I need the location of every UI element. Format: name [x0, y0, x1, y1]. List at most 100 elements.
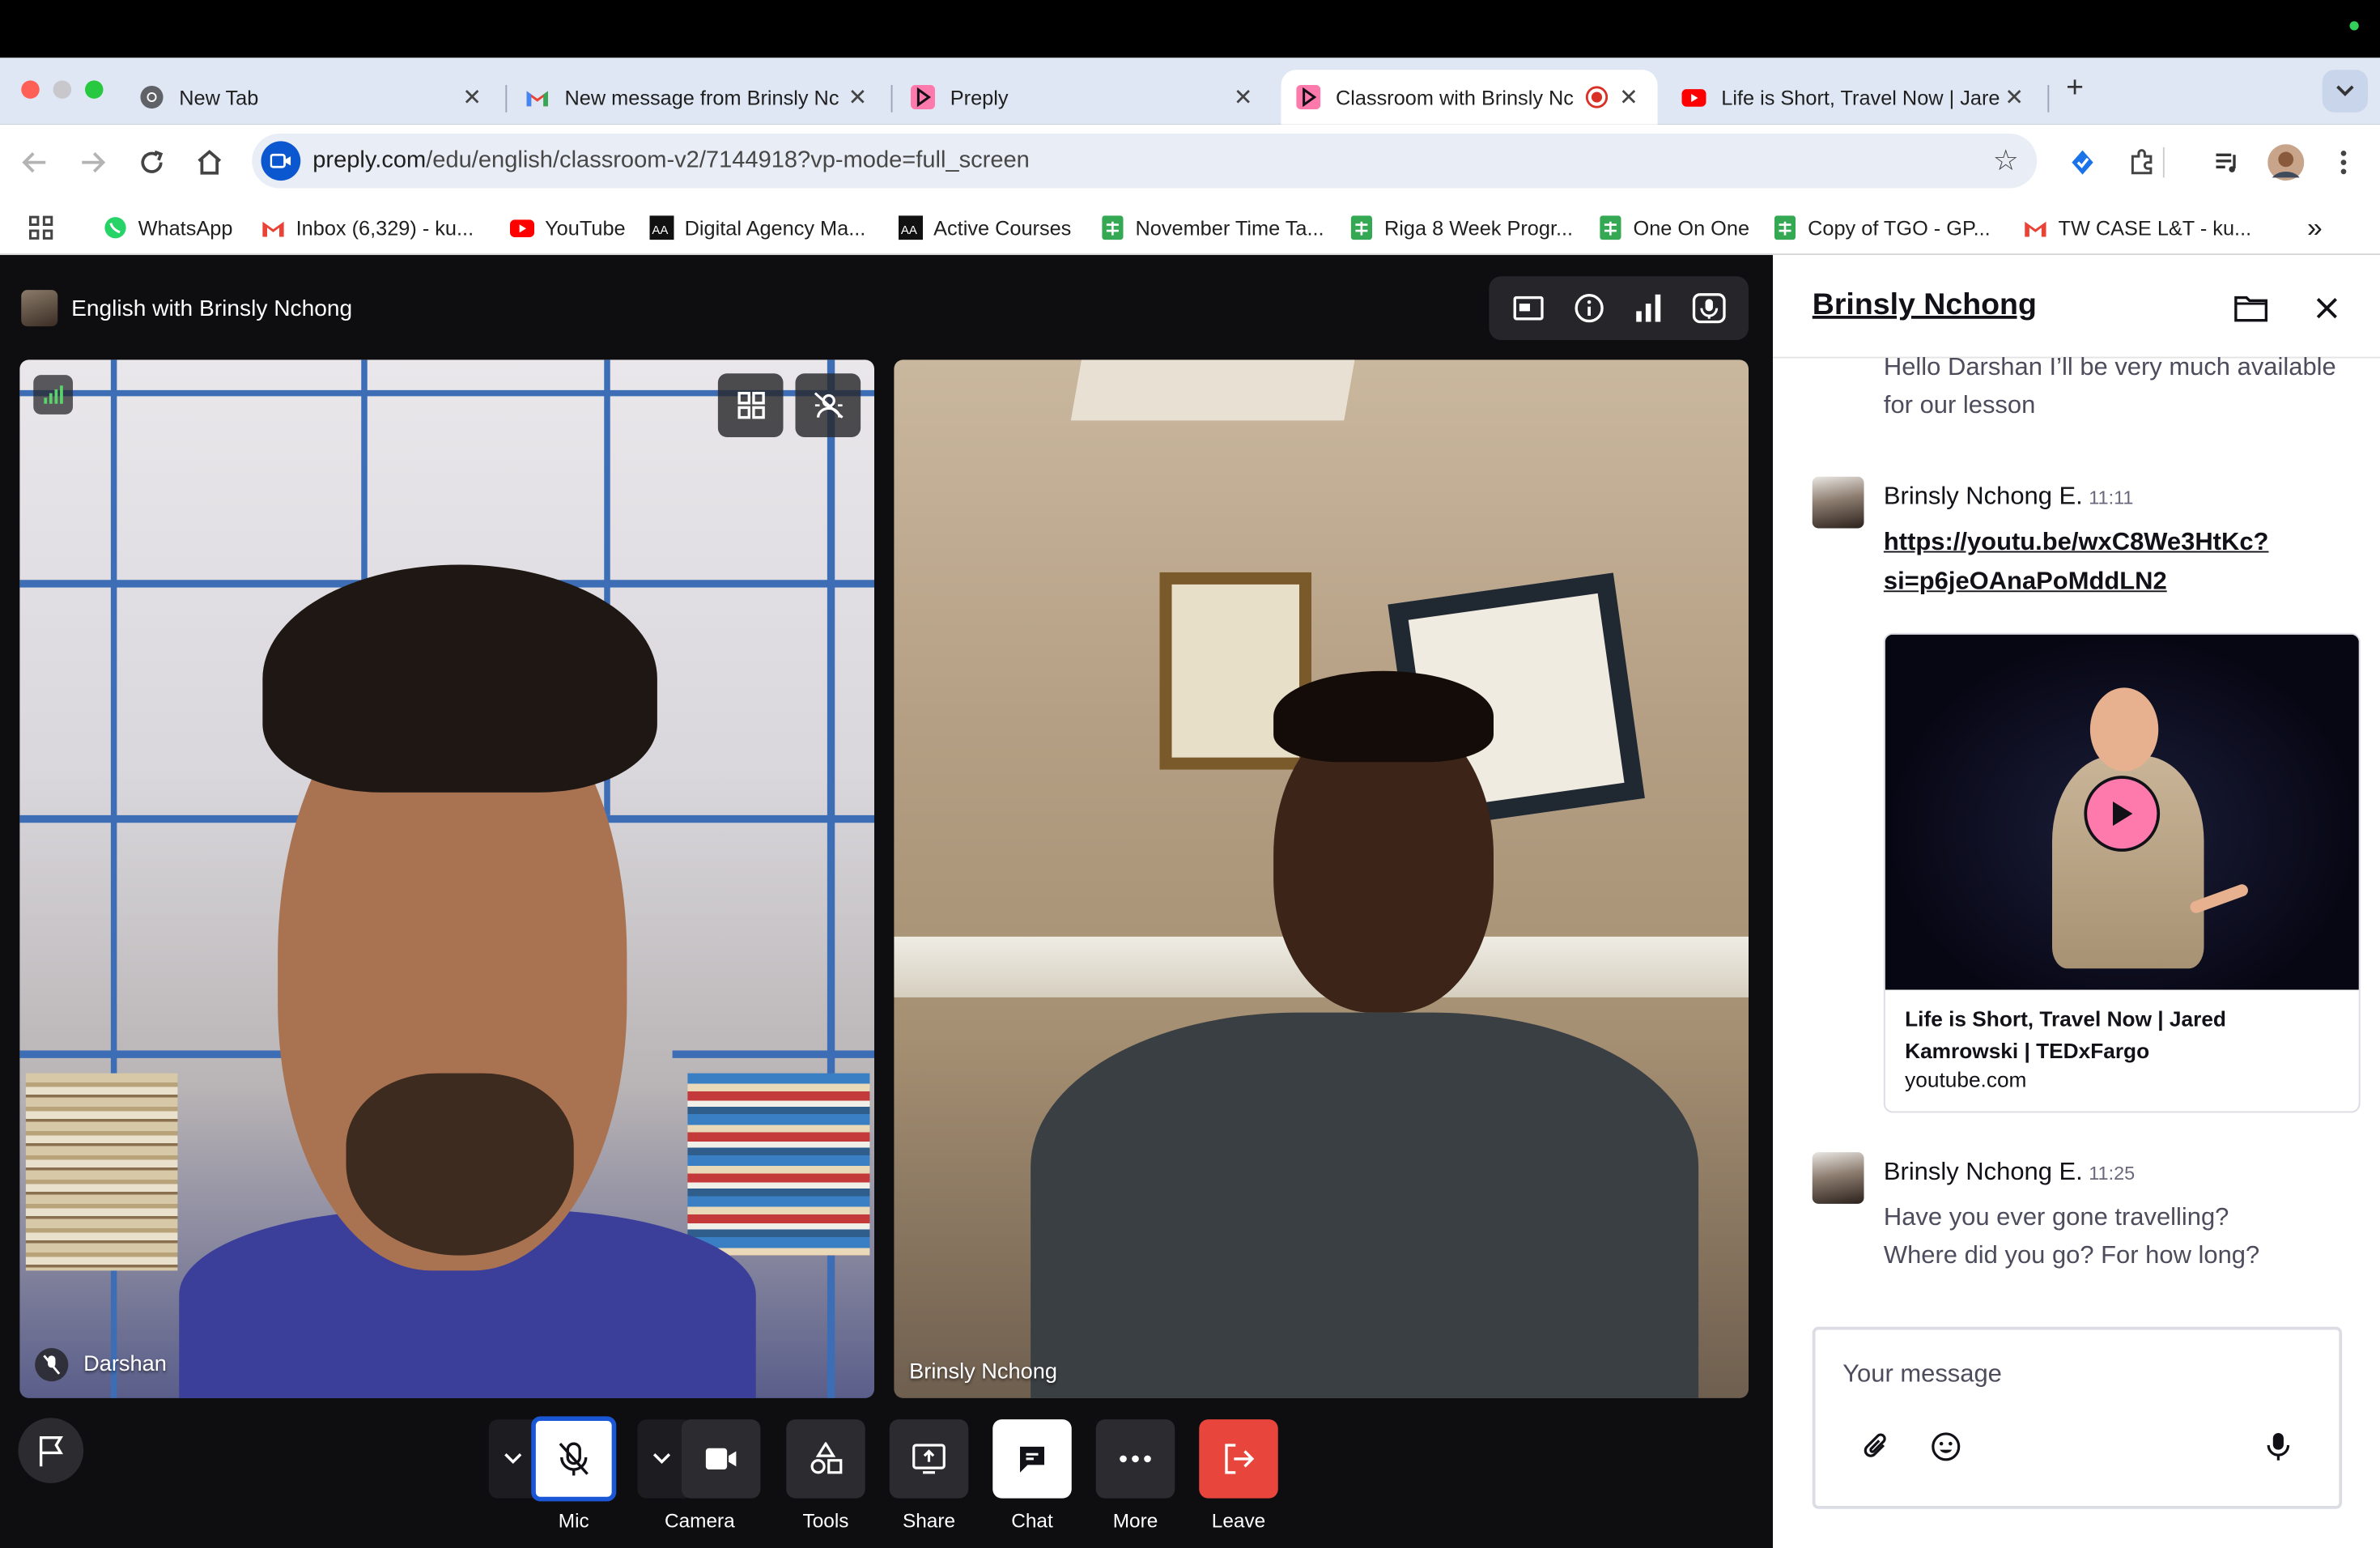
recording-icon	[1585, 85, 1609, 109]
more-bookmarks-icon[interactable]: »	[2307, 212, 2323, 243]
tutor-avatar	[21, 290, 58, 327]
camera-site-icon	[261, 141, 301, 181]
bookmark-whatsapp[interactable]: WhatsApp	[104, 214, 232, 241]
close-chat-icon[interactable]	[2307, 288, 2347, 328]
chat-button[interactable]	[992, 1419, 1072, 1499]
books-left	[25, 1073, 178, 1271]
leave-button[interactable]	[1199, 1419, 1278, 1499]
tab-search-button[interactable]	[2322, 70, 2368, 113]
background-effects-button[interactable]	[795, 373, 861, 437]
tab-classroom[interactable]: Classroom with Brinsly Nc ✕	[1281, 70, 1658, 125]
bookmark-label: YouTube	[545, 216, 626, 240]
tools-button[interactable]	[786, 1419, 865, 1499]
info-icon[interactable]	[1569, 288, 1609, 328]
voice-message-icon[interactable]	[2259, 1427, 2298, 1467]
arrow-right-icon	[82, 152, 106, 173]
close-tab-icon[interactable]: ✕	[844, 83, 872, 111]
shelf	[672, 1050, 874, 1058]
home-button[interactable]	[189, 142, 229, 182]
mic-button[interactable]	[531, 1416, 617, 1502]
camera-options-dropdown[interactable]	[637, 1419, 686, 1499]
chat-icon	[1020, 1446, 1044, 1473]
message-input[interactable]: Your message	[1842, 1360, 2002, 1389]
minimize-window-button[interactable]	[53, 80, 72, 99]
video-tile-actions	[717, 373, 861, 437]
chat-control: Chat	[992, 1419, 1072, 1532]
bookmarks-bar: WhatsApp Inbox (6,329) - ku... YouTube A…	[0, 200, 2380, 255]
chrome-icon	[140, 85, 164, 109]
chat-panel: Brinsly Nchong Hello Darshan I’ll be ver…	[1773, 255, 2380, 1548]
browser-menu-icon[interactable]	[2324, 142, 2364, 182]
profile-avatar[interactable]	[2266, 142, 2306, 182]
new-tab-button[interactable]: +	[2059, 71, 2092, 104]
message-link-line1[interactable]: https://youtu.be/wxC8We3HtKc?	[1884, 522, 2269, 562]
more-button[interactable]	[1095, 1419, 1175, 1499]
address-bar[interactable]: preply.com/edu/english/classroom-v2/7144…	[252, 134, 2038, 189]
chat-label: Chat	[1011, 1508, 1053, 1532]
extensions-puzzle-icon[interactable]	[2122, 142, 2161, 182]
close-tab-icon[interactable]: ✕	[2000, 83, 2028, 111]
emoji-icon[interactable]	[1926, 1427, 1966, 1467]
zoom-window-button[interactable]	[85, 80, 104, 99]
sheets-icon	[1349, 215, 1374, 240]
bookmark-november-time[interactable]: November Time Ta...	[1100, 214, 1324, 241]
message-link-line2[interactable]: si=p6jeOAnaPoMddLN2	[1884, 562, 2167, 602]
extension-shield-icon[interactable]	[2063, 142, 2102, 182]
classroom-header: English with Brinsly Nchong	[21, 288, 352, 328]
chevron-down-icon	[504, 1453, 522, 1465]
bookmark-youtube[interactable]: YouTube	[510, 214, 626, 241]
mic-options-dropdown[interactable]	[488, 1419, 538, 1499]
bookmark-digital-agency[interactable]: AA Digital Agency Ma...	[649, 214, 865, 241]
tab-divider	[2047, 85, 2050, 113]
close-tab-icon[interactable]: ✕	[1615, 83, 1643, 111]
media-control-icon[interactable]	[2207, 142, 2246, 182]
folder-icon[interactable]	[2231, 288, 2271, 328]
camera-button[interactable]	[681, 1419, 761, 1499]
bookmark-one-on-one[interactable]: One On One	[1598, 214, 1749, 241]
tab-gmail-message[interactable]: New message from Brinsly Nc ✕	[510, 70, 886, 125]
tools-icon	[810, 1442, 843, 1474]
youtube-icon	[1681, 85, 1706, 109]
chat-partner-name[interactable]: Brinsly Nchong	[1813, 288, 2037, 323]
connection-quality-icon[interactable]	[1630, 288, 1669, 328]
close-tab-icon[interactable]: ✕	[1230, 83, 1257, 111]
back-button[interactable]	[15, 142, 55, 182]
url-text: preply.com/edu/english/classroom-v2/7144…	[312, 147, 1030, 175]
bookmark-label: Inbox (6,329) - ku...	[295, 216, 474, 240]
whatsapp-icon	[104, 215, 128, 240]
bookmark-star-icon[interactable]: ☆	[1993, 144, 2019, 179]
recording-voice-icon[interactable]	[1689, 288, 1729, 328]
mic-label: Mic	[558, 1508, 589, 1532]
picture-in-picture-icon[interactable]	[1509, 288, 1549, 328]
bookmark-riga[interactable]: Riga 8 Week Progr...	[1349, 214, 1573, 241]
arrow-left-icon	[22, 152, 46, 173]
tab-preply[interactable]: Preply ✕	[895, 70, 1272, 125]
grid-layout-button[interactable]	[717, 373, 784, 437]
link-preview-card[interactable]: Life is Short, Travel Now | Jared Kamrow…	[1883, 632, 2361, 1113]
signal-icon	[33, 375, 73, 415]
tab-new-tab[interactable]: New Tab ✕	[125, 70, 501, 125]
sheets-icon	[1773, 215, 1797, 240]
bookmark-inbox[interactable]: Inbox (6,329) - ku...	[261, 214, 474, 241]
play-button[interactable]	[2084, 776, 2161, 852]
reload-button[interactable]	[132, 142, 172, 182]
mic-off-icon	[35, 1348, 69, 1382]
apps-grid-icon[interactable]	[28, 214, 55, 241]
close-window-button[interactable]	[21, 80, 40, 99]
share-button[interactable]	[889, 1419, 969, 1499]
bookmark-copy-of-tgo[interactable]: Copy of TGO - GP...	[1773, 214, 1991, 241]
classroom-toolbar	[1489, 276, 1749, 340]
gmail-icon	[525, 85, 550, 109]
message-time: 11:25	[2089, 1163, 2136, 1184]
bookmark-active-courses[interactable]: AA Active Courses	[899, 214, 1071, 241]
more-icon	[1120, 1455, 1151, 1463]
forward-button[interactable]	[73, 142, 113, 182]
bookmark-tw-case[interactable]: TW CASE L&T - ku...	[2023, 214, 2251, 241]
close-tab-icon[interactable]: ✕	[458, 83, 486, 111]
person-hair	[262, 564, 657, 793]
attach-icon[interactable]	[1856, 1427, 1896, 1467]
message-composer[interactable]: Your message	[1812, 1326, 2343, 1509]
share-control: Share	[889, 1419, 969, 1532]
tab-youtube[interactable]: Life is Short, Travel Now | Jare ✕	[1667, 70, 2043, 125]
message-avatar	[1812, 476, 1864, 529]
